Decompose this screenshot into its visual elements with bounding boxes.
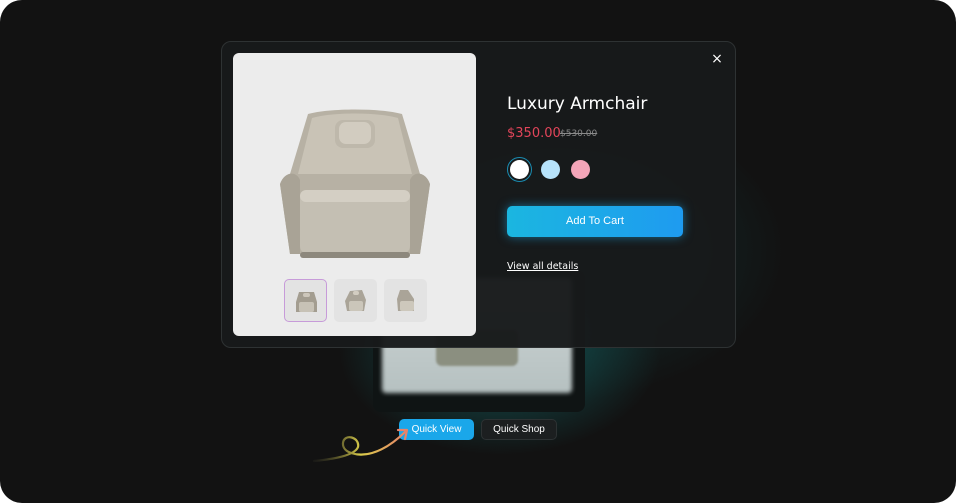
squiggle-arrow-icon: [312, 428, 409, 463]
thumbnail-angle[interactable]: [334, 279, 377, 322]
thumbnail-front[interactable]: [284, 279, 327, 322]
thumbnail-side[interactable]: [384, 279, 427, 322]
color-swatch-pink[interactable]: [571, 160, 590, 179]
product-title: Luxury Armchair: [507, 94, 648, 114]
product-old-price: $530.00: [560, 129, 598, 139]
armchair-thumbnail-icon: [296, 292, 317, 312]
add-to-cart-button[interactable]: Add To Cart: [507, 206, 683, 237]
quick-shop-button[interactable]: Quick Shop: [481, 419, 557, 440]
color-swatch-white[interactable]: [510, 160, 529, 179]
armchair-main-image: [280, 109, 430, 258]
product-price: $350.00: [507, 126, 561, 141]
armchair-thumbnail-icon: [345, 290, 366, 311]
color-swatch-light-blue[interactable]: [541, 160, 560, 179]
armchair-thumbnail-icon: [397, 290, 414, 311]
app-frame: Quick View Quick Shop × Luxury Armchair …: [0, 0, 956, 503]
view-all-details-link[interactable]: View all details: [507, 261, 578, 272]
close-icon[interactable]: ×: [709, 51, 725, 67]
